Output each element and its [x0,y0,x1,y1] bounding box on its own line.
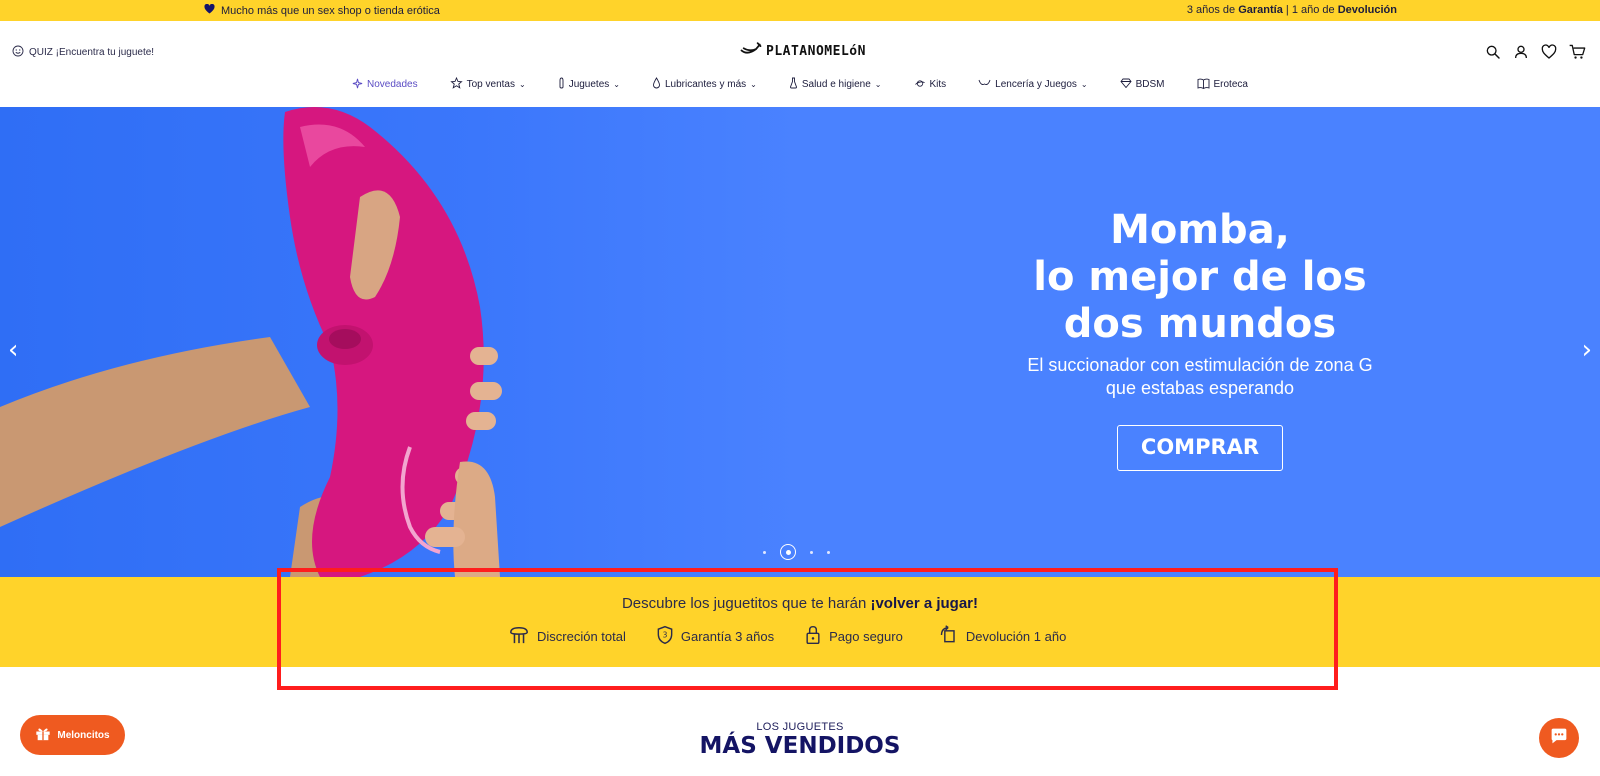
guarantee-bold: Garantía [1238,4,1283,16]
chevron-down-icon: ⌄ [874,80,882,89]
benefit-returns: Devolución 1 año [939,625,1066,648]
chevron-down-icon: ⌄ [518,80,526,89]
site-logo[interactable]: PLATANOMELóN [740,41,866,61]
carousel-dot[interactable] [827,550,830,554]
smiley-icon [12,45,24,60]
benefits-title: Descubre los juguetitos que te harán ¡vo… [0,595,1600,612]
nav-item-eroteca[interactable]: Eroteca [1181,77,1264,92]
nav-item-label: Kits [929,79,947,90]
section-kicker: LOS JUGUETES [756,721,844,733]
carousel-prev-arrow-icon[interactable]: ‹ [8,335,18,365]
cart-icon[interactable] [1568,43,1586,61]
hero-carousel: Momba, lo mejor de los dos mundos El suc… [0,107,1600,577]
benefits-title-bold: ¡volver a jugar! [870,595,979,612]
nav-item-juguetes[interactable]: Juguetes ⌄ [542,77,636,92]
hero-cta-button[interactable]: COMPRAR [1117,425,1283,471]
carousel-dot[interactable] [763,550,766,554]
quiz-label: QUIZ ¡Encuentra tu juguete! [29,47,155,58]
star-icon [449,76,463,92]
carousel-next-arrow-icon[interactable]: › [1582,335,1592,365]
announcement-right: 3 años de Garantía | 1 año de Devolución [1187,4,1397,16]
nav-item-label: BDSM [1135,79,1165,90]
flask-icon [789,77,798,92]
lingerie-icon [978,78,991,91]
carousel-dot-active[interactable] [780,544,796,560]
kit-icon [914,78,926,92]
benefit-label: Devolución 1 año [965,629,1067,644]
benefits-title-text: Descubre los juguetitos que te harán [621,595,871,612]
nav-item-label: Novedades [367,79,418,90]
toy-icon [558,77,565,92]
chat-bubble-icon [1549,727,1569,750]
benefit-secure-payment: Pago seguro [804,625,903,648]
drop-icon [652,77,661,92]
heart-icon [204,3,215,17]
section-title: MÁS VENDIDOS [699,733,901,759]
main-navigation: Novedades Top ventas ⌄ Juguetes ⌄ Lubric… [0,76,1600,92]
announcement-text: Mucho más que un sex shop o tienda eróti… [221,4,440,17]
nav-item-kits[interactable]: Kits [898,77,963,92]
nav-item-label: Juguetes [568,79,610,90]
carousel-dots [763,544,830,560]
hero-subtitle: El succionador con estimulación de zona … [1027,355,1373,398]
nav-item-top-ventas[interactable]: Top ventas ⌄ [434,76,542,92]
benefit-label: Pago seguro [829,629,903,644]
announcement-bar: Mucho más que un sex shop o tienda eróti… [0,0,1600,21]
return-icon [939,625,959,648]
book-icon [1197,78,1210,92]
benefit-label: Garantía 3 años [680,629,775,644]
chevron-down-icon: ⌄ [613,80,620,89]
shield-icon: 3 [656,625,674,648]
carousel-dot[interactable] [810,550,813,554]
header-actions [1484,43,1586,61]
chevron-down-icon: ⌄ [750,80,757,89]
guarantee-pre: 3 años de [1186,4,1239,16]
nav-item-novedades[interactable]: Novedades [336,77,434,92]
nav-item-label: Eroteca [1213,79,1248,90]
gift-icon [35,726,51,744]
nav-item-label: Top ventas [466,79,515,90]
hero-product-image [0,107,502,577]
lock-icon [804,625,822,648]
discretion-icon [508,625,530,648]
nav-item-lenceria[interactable]: Lencería y Juegos ⌄ [962,77,1103,92]
gem-icon [1120,78,1132,91]
svg-text:3: 3 [662,631,667,640]
announcement-left: Mucho más que un sex shop o tienda eróti… [204,3,440,17]
rewards-button[interactable]: Meloncitos [20,715,125,755]
hero-content: Momba, lo mejor de los dos mundos El suc… [950,207,1450,471]
return-bold: Devolución [1337,4,1397,16]
sparkle-icon [352,78,363,92]
benefit-guarantee: 3 Garantía 3 años [656,625,774,648]
nav-item-bdsm[interactable]: BDSM [1104,77,1181,92]
benefits-list: Discreción total 3 Garantía 3 años Pago … [508,625,1066,648]
nav-item-label: Lencería y Juegos [995,79,1077,90]
site-header: QUIZ ¡Encuentra tu juguete! PLATANOMELóN… [0,21,1600,106]
benefit-discretion: Discreción total [508,625,626,648]
nav-item-lubricantes[interactable]: Lubricantes y más ⌄ [636,77,773,92]
banana-logo-icon [740,41,762,61]
rewards-label: Meloncitos [57,729,110,741]
benefits-band: Descubre los juguetitos que te harán ¡vo… [0,577,1600,667]
nav-item-label: Salud e higiene [801,79,871,90]
nav-item-salud[interactable]: Salud e higiene ⌄ [773,77,898,92]
logo-text: PLATANOMELóN [766,43,866,59]
wishlist-heart-icon[interactable] [1540,43,1558,61]
return-pre: | 1 año de [1282,4,1338,16]
nav-item-label: Lubricantes y más [664,79,747,90]
account-icon[interactable] [1512,43,1530,61]
benefit-label: Discreción total [537,629,626,644]
quiz-link[interactable]: QUIZ ¡Encuentra tu juguete! [12,45,154,60]
hero-title: Momba, lo mejor de los dos mundos [1033,207,1367,347]
chat-button[interactable] [1539,718,1579,758]
search-icon[interactable] [1484,43,1502,61]
chevron-down-icon: ⌄ [1080,80,1088,89]
